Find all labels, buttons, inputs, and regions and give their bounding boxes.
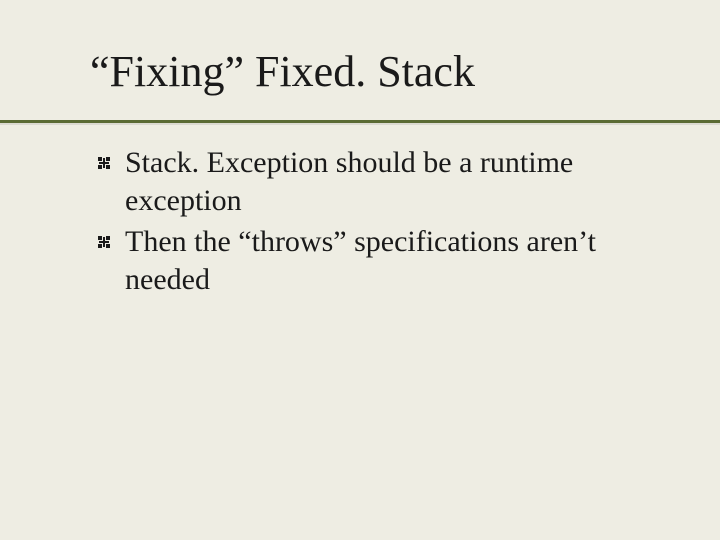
list-item-text: Stack. Exception should be a runtime exc…: [125, 146, 573, 217]
content-area: Stack. Exception should be a runtime exc…: [0, 96, 720, 298]
title-container: “Fixing” Fixed. Stack: [0, 0, 720, 96]
list-item: Then the “throws” specifications aren’t …: [95, 223, 670, 298]
slide: “Fixing” Fixed. Stack Stack. Exception s…: [0, 0, 720, 540]
list-item: Stack. Exception should be a runtime exc…: [95, 144, 670, 219]
bullet-icon: [95, 154, 113, 172]
bullet-icon: [95, 233, 113, 251]
slide-title: “Fixing” Fixed. Stack: [90, 48, 720, 96]
list-item-text: Then the “throws” specifications aren’t …: [125, 225, 596, 296]
horizontal-rule-shadow: [0, 123, 720, 125]
